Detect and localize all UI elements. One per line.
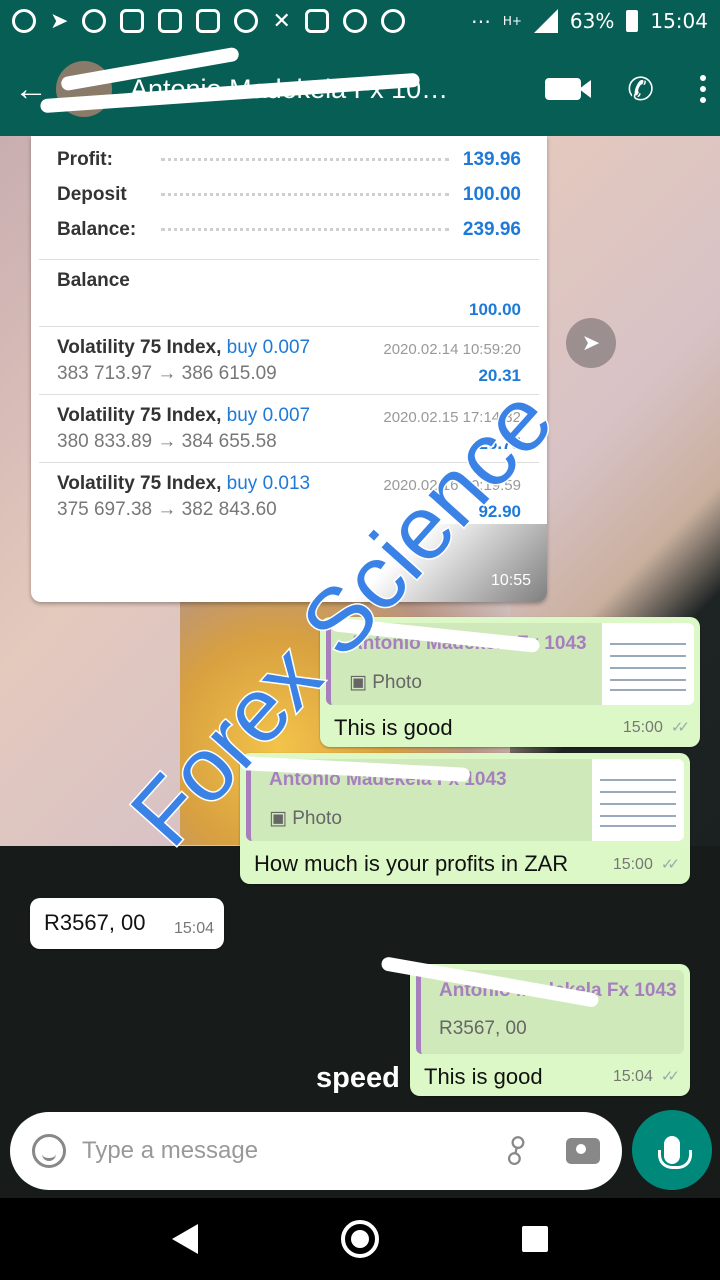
trade-row: Volatility 75 Index, buy 0.007 383 713.9… bbox=[31, 327, 547, 394]
quoted-thumbnail bbox=[592, 759, 684, 841]
trade-symbol: Volatility 75 Index, bbox=[57, 473, 222, 494]
message-text: R3567, 00 bbox=[44, 910, 146, 935]
statement-label: Deposit bbox=[57, 183, 127, 205]
balance-value: 100.00 bbox=[469, 300, 521, 319]
camera-icon[interactable] bbox=[566, 1138, 600, 1164]
status-bar: ➤ ✕ ⋯ H+ 63% 15:04 bbox=[0, 0, 720, 42]
attach-icon[interactable]: ☍ bbox=[494, 1128, 540, 1174]
outgoing-message[interactable]: Antonio Madekela Fx 1043 R3567, 00 This … bbox=[410, 964, 690, 1096]
voice-message-button[interactable] bbox=[632, 1110, 712, 1190]
message-meta: 15:00 ✓✓ bbox=[612, 855, 680, 874]
more-options-icon[interactable] bbox=[700, 75, 706, 103]
system-nav-bar bbox=[0, 1198, 720, 1280]
clock: 15:04 bbox=[650, 9, 708, 33]
statement-row: Deposit 100.00 bbox=[31, 177, 547, 212]
read-receipt-icon: ✓✓ bbox=[660, 856, 680, 873]
message-input[interactable]: Type a message bbox=[82, 1137, 502, 1165]
quoted-thumbnail bbox=[602, 623, 694, 705]
photo-icon: ▣ bbox=[269, 808, 287, 829]
nav-recents-icon[interactable] bbox=[522, 1226, 549, 1252]
signal-icon bbox=[533, 9, 558, 33]
network-type: H+ bbox=[502, 14, 522, 28]
message-time: 15:04 bbox=[612, 1068, 653, 1085]
read-receipt-icon: ✓✓ bbox=[670, 719, 690, 736]
incoming-message[interactable]: R3567, 00 15:04 bbox=[30, 898, 224, 949]
message-time: 15:00 bbox=[612, 856, 653, 873]
nav-back-icon[interactable] bbox=[171, 1224, 198, 1254]
statement-row: Profit: 139.96 bbox=[31, 142, 547, 177]
opera-icon bbox=[234, 9, 259, 33]
balance-label: Balance bbox=[57, 270, 130, 291]
battery-percent: 63% bbox=[569, 9, 615, 33]
instagram-icon bbox=[158, 9, 183, 33]
emoji-icon[interactable] bbox=[32, 1134, 66, 1168]
forward-icon[interactable]: ➤ bbox=[566, 318, 616, 368]
trade-prices: 383 713.97 → 386 615.09 bbox=[57, 363, 277, 384]
trade-datetime: 2020.02.14 10:59:20 bbox=[383, 341, 521, 358]
microphone-icon bbox=[658, 1136, 692, 1169]
trade-side: buy 0.007 bbox=[226, 405, 311, 426]
message-meta: 15:04 ✓✓ bbox=[612, 1067, 680, 1086]
gmail-icon bbox=[304, 9, 329, 33]
video-call-icon[interactable] bbox=[545, 78, 592, 100]
quoted-type: Photo bbox=[292, 808, 342, 829]
instagram-icon bbox=[196, 9, 221, 33]
statement-value: 139.96 bbox=[462, 148, 521, 170]
trade-symbol: Volatility 75 Index, bbox=[57, 337, 222, 358]
phone-icon[interactable]: ✆ bbox=[627, 70, 654, 108]
telegram-icon: ➤ bbox=[50, 8, 69, 33]
nav-home-icon[interactable] bbox=[340, 1220, 379, 1258]
statement-value: 100.00 bbox=[462, 183, 521, 205]
statement-label: Profit: bbox=[57, 148, 113, 170]
statement-row: Balance: 239.96 bbox=[31, 212, 547, 247]
more-notifications-icon: ⋯ bbox=[470, 9, 491, 33]
quoted-preview: ▣ Photo bbox=[269, 807, 342, 830]
app-notification-icon bbox=[82, 9, 107, 33]
app-notification-icon bbox=[120, 9, 145, 33]
read-receipt-icon: ✓✓ bbox=[660, 1068, 680, 1085]
message-composer[interactable]: Type a message ☍ bbox=[10, 1112, 622, 1190]
battery-icon bbox=[626, 10, 639, 32]
overlay-text: speed bbox=[316, 1062, 400, 1094]
do-not-disturb-icon bbox=[342, 9, 367, 33]
notification-icon bbox=[12, 9, 36, 33]
opera-icon bbox=[380, 9, 405, 33]
message-meta: 15:00 ✓✓ bbox=[622, 718, 690, 737]
message-time: 15:00 bbox=[622, 719, 663, 736]
statement-label: Balance: bbox=[57, 218, 137, 240]
quoted-text: R3567, 00 bbox=[439, 1018, 527, 1039]
trade-side: buy 0.013 bbox=[226, 473, 311, 494]
missed-call-icon: ✕ bbox=[272, 8, 291, 33]
trade-symbol: Volatility 75 Index, bbox=[57, 405, 222, 426]
statement-value: 239.96 bbox=[462, 218, 521, 240]
chat-header: ← Antonio Madekela Fx 10… ✆ bbox=[0, 42, 720, 136]
quoted-type: Photo bbox=[372, 672, 422, 693]
balance-entry: Balance 100.00 bbox=[31, 260, 547, 326]
trade-side: buy 0.007 bbox=[226, 337, 311, 358]
message-time: 15:04 bbox=[173, 920, 214, 937]
